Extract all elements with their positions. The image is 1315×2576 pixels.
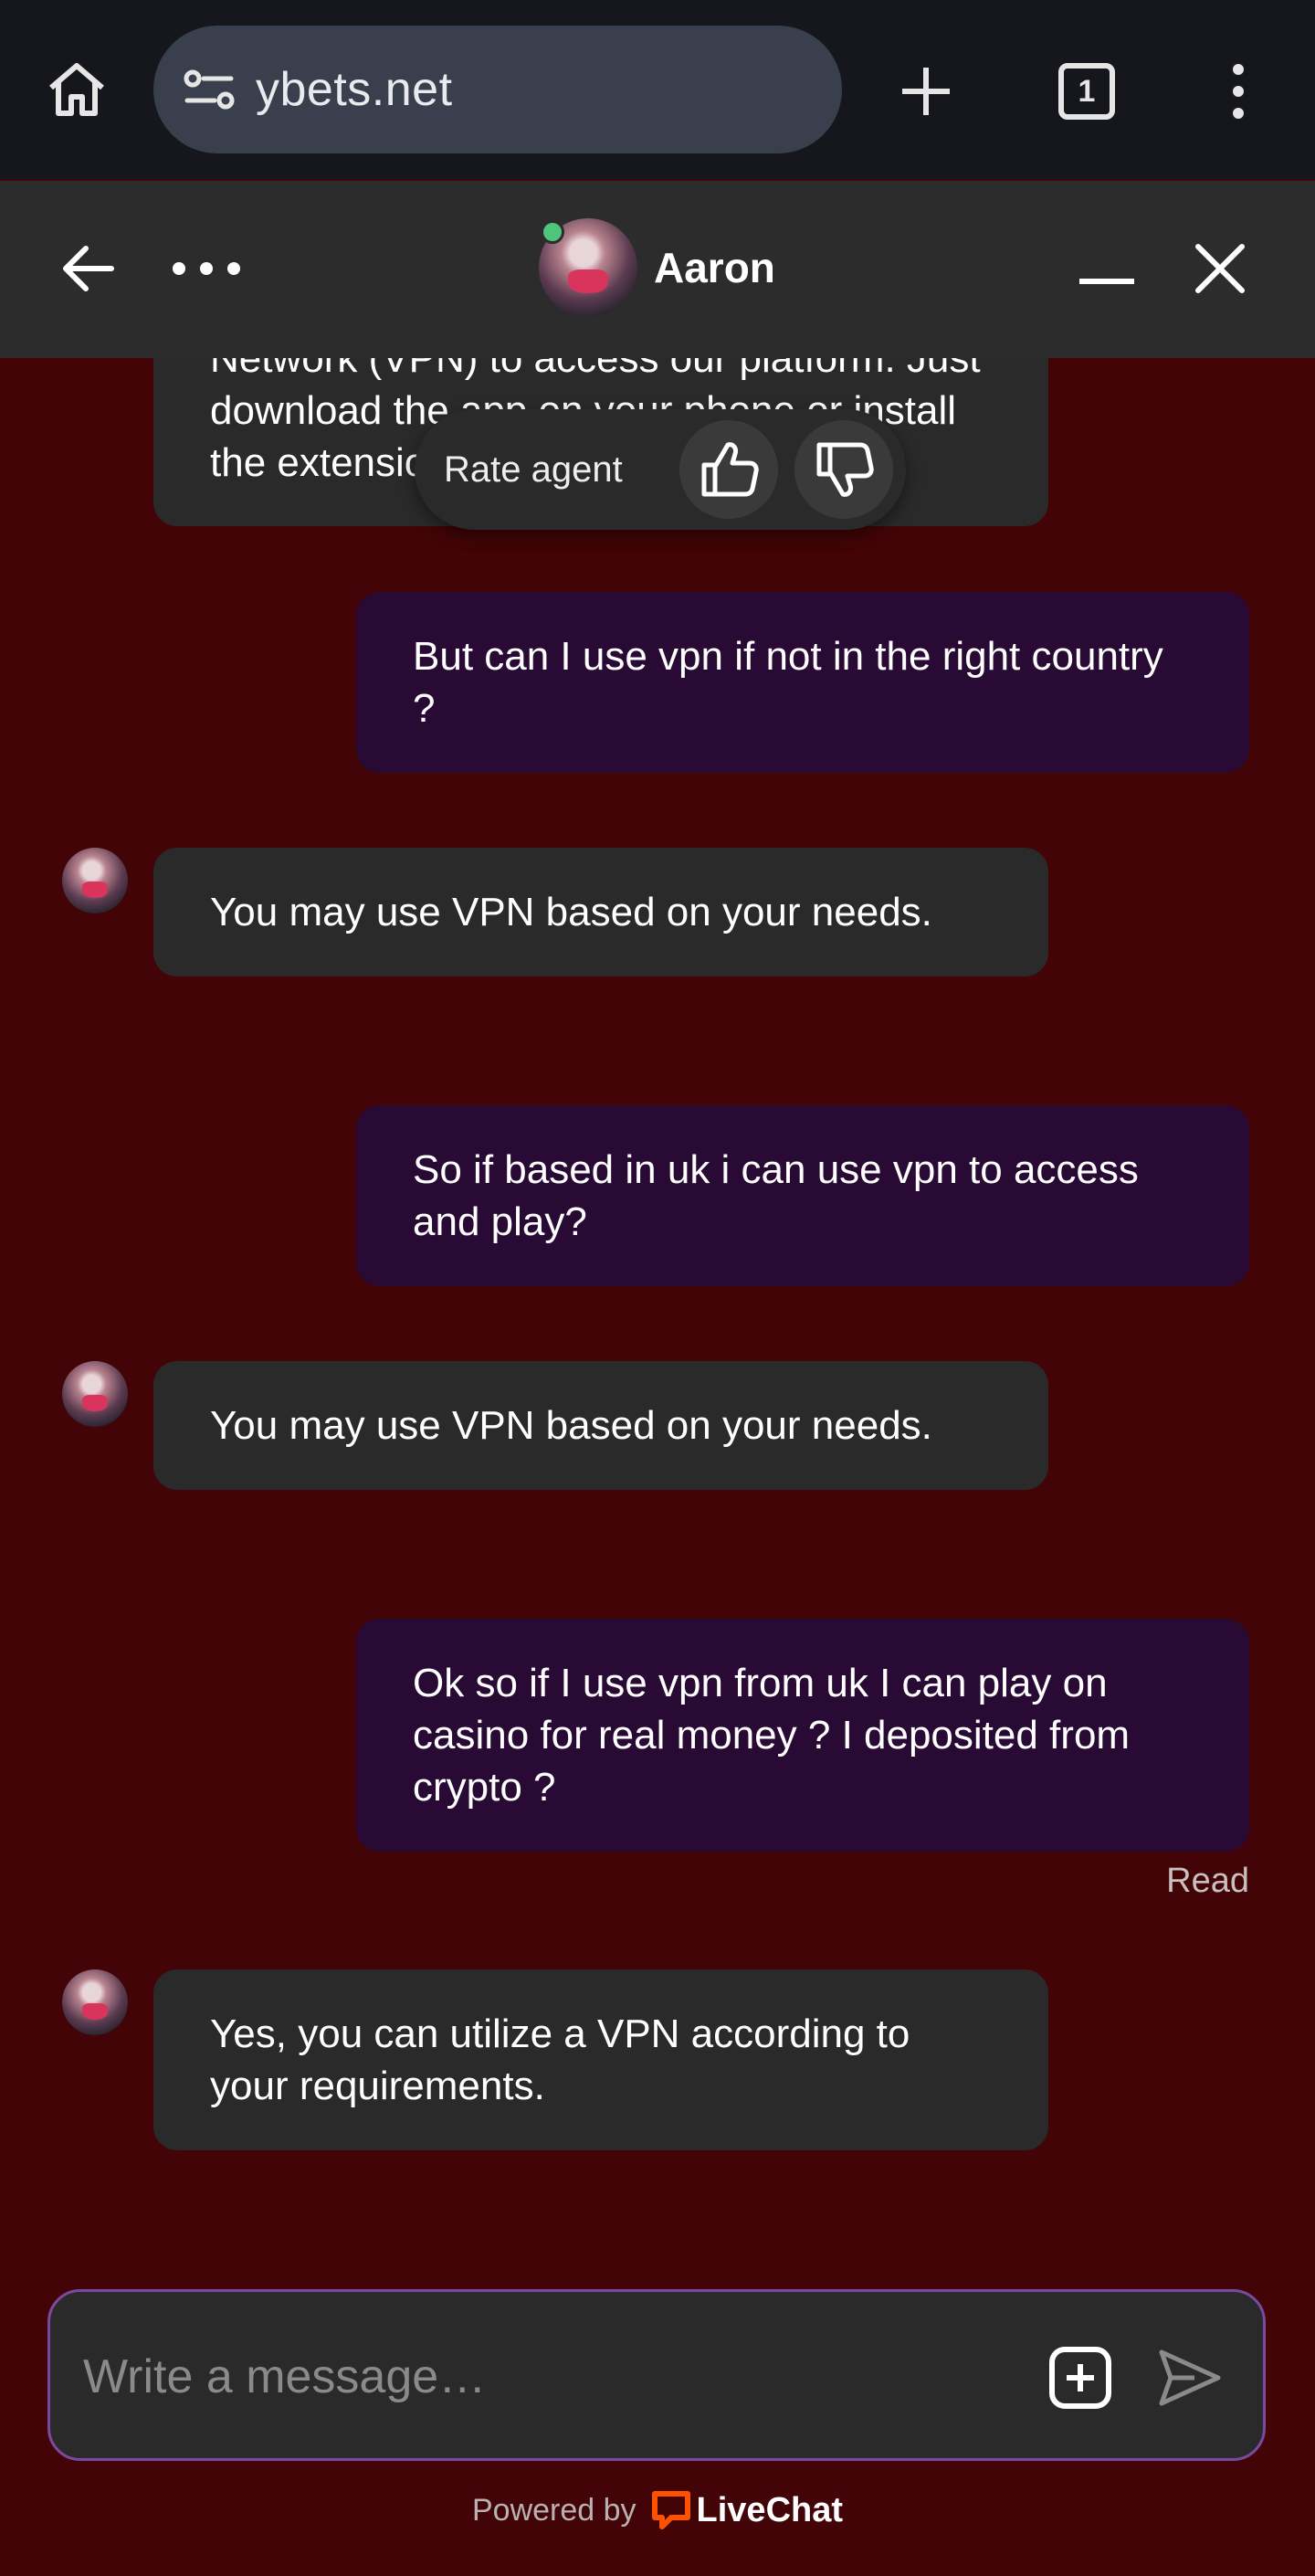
user-message: But can I use vpn if not in the right co… — [356, 592, 1249, 773]
tab-switcher-button[interactable]: 1 — [1048, 53, 1125, 130]
agent-info: Aaron — [539, 217, 775, 318]
minimize-icon[interactable] — [1070, 232, 1143, 305]
livechat-brand[interactable]: LiveChat — [697, 2491, 843, 2530]
message-input[interactable] — [83, 2336, 996, 2418]
thumbs-down-icon[interactable] — [794, 420, 893, 519]
url-text: ybets.net — [256, 63, 453, 116]
read-receipt: Read — [1166, 1862, 1249, 1900]
tab-count: 1 — [1058, 63, 1115, 120]
thumbs-up-icon[interactable] — [679, 420, 778, 519]
agent-avatar — [62, 1361, 128, 1427]
agent-name: Aaron — [654, 244, 775, 291]
powered-by-text: Powered by — [471, 2492, 636, 2528]
message-text: Ok so if I use vpn from uk I can play on… — [413, 1661, 1131, 1810]
message-text: You may use VPN based on your needs. — [210, 1403, 932, 1448]
home-icon[interactable] — [40, 57, 113, 122]
agent-avatar — [62, 1969, 128, 2035]
message-text: So if based in uk i can use vpn to acces… — [413, 1147, 1139, 1244]
send-icon[interactable] — [1152, 2339, 1228, 2416]
new-tab-icon[interactable] — [888, 53, 964, 130]
message-text: You may use VPN based on your needs. — [210, 890, 932, 934]
message-composer — [47, 2289, 1266, 2461]
powered-by-footer: Powered by LiveChat — [0, 2490, 1315, 2530]
agent-message: You may use VPN based on your needs. — [153, 848, 1048, 977]
agent-message: Yes, you can utilize a VPN according to … — [153, 1969, 1048, 2150]
agent-avatar — [62, 848, 128, 913]
add-attachment-icon[interactable] — [1042, 2339, 1119, 2416]
chat-header: Aaron — [0, 181, 1315, 358]
address-bar[interactable]: ybets.net — [153, 26, 842, 153]
close-icon[interactable] — [1184, 232, 1257, 305]
rate-agent-panel: Rate agent — [415, 409, 906, 530]
browser-toolbar: ybets.net 1 — [0, 0, 1315, 179]
more-options-icon[interactable] — [161, 232, 252, 305]
message-text: Yes, you can utilize a VPN according to … — [210, 2011, 910, 2108]
user-message: Ok so if I use vpn from uk I can play on… — [356, 1619, 1249, 1852]
user-message: So if based in uk i can use vpn to acces… — [356, 1105, 1249, 1286]
browser-menu-icon[interactable] — [1200, 53, 1277, 130]
rate-agent-label: Rate agent — [444, 449, 623, 490]
livechat-logo-icon — [651, 2490, 691, 2530]
agent-message: You may use VPN based on your needs. — [153, 1361, 1048, 1490]
agent-avatar-wrap — [539, 218, 637, 317]
back-arrow-icon[interactable] — [51, 232, 124, 305]
site-settings-icon[interactable] — [177, 62, 241, 117]
online-status-indicator — [541, 220, 564, 244]
message-text: But can I use vpn if not in the right co… — [413, 634, 1163, 731]
message-list[interactable]: Network (VPN) to access our platform. Ju… — [0, 358, 1315, 2276]
